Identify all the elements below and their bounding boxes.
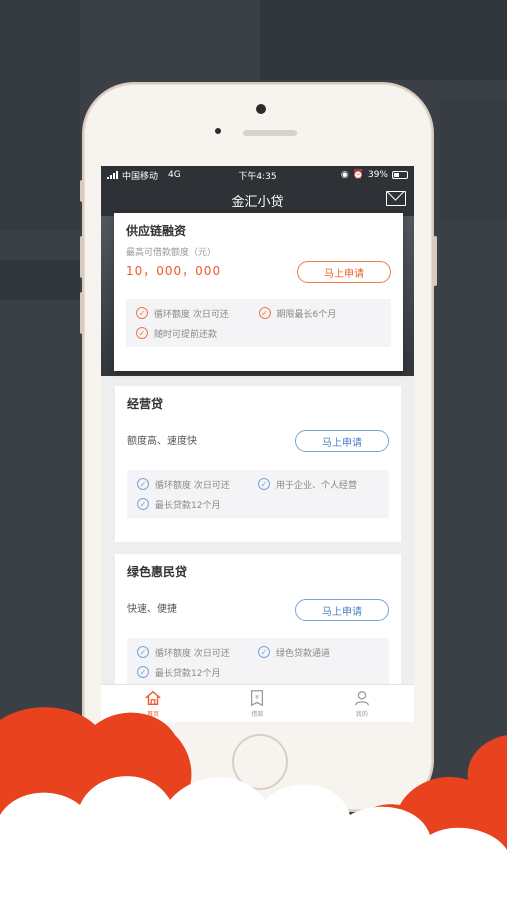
loan-card-green[interactable]: 绿色惠民贷 快速、便捷 马上申请 ✓ 循环额度 次日可还 ✓ 绿色贷款通道 ✓ 最长贷… [115, 554, 401, 694]
check-icon: ✓ [137, 666, 149, 678]
feature-item: ✓ 循环额度 次日可还 [136, 303, 259, 323]
check-icon: ✓ [137, 498, 149, 510]
feature-list: ✓ 循环额度 次日可还 ✓ 用于企业、个人经营 ✓ 最长贷款12个月 [127, 470, 389, 518]
mail-icon[interactable] [386, 191, 406, 206]
check-icon: ✓ [136, 327, 148, 339]
svg-text:¥: ¥ [255, 694, 259, 701]
feature-list: ✓ 循环额度 次日可还 ✓ 绿色贷款通道 ✓ 最长贷款12个月 [127, 638, 389, 686]
home-icon [145, 690, 161, 706]
check-icon: ✓ [137, 646, 149, 658]
feature-item: ✓ 循环额度 次日可还 [137, 642, 258, 662]
user-icon [354, 691, 369, 706]
loan-limit-label: 最高可借款额度（元） [126, 248, 217, 258]
feature-item: ✓ 期限最长6个月 [258, 303, 382, 323]
camera-lens [256, 104, 266, 114]
check-icon: ✓ [137, 478, 149, 490]
volume-down-button [80, 292, 84, 334]
tab-loan[interactable]: ¥ 借款 [205, 685, 309, 722]
tab-label: 首页 [147, 711, 160, 718]
feature-item: ✓ 循环额度 次日可还 [137, 474, 258, 494]
feature-text: 最长贷款12个月 [155, 668, 221, 679]
mute-switch [80, 180, 84, 202]
feature-item: ✓ 最长贷款12个月 [137, 494, 258, 514]
check-icon: ✓ [258, 646, 270, 658]
clock: 下午4:35 [238, 171, 277, 182]
background-tile [0, 260, 80, 300]
tab-label: 我的 [355, 711, 368, 718]
loan-card-business[interactable]: 经营贷 额度高、速度快 马上申请 ✓ 循环额度 次日可还 ✓ 用于企业、个人经营 ✓… [115, 386, 401, 542]
battery-icon [392, 171, 408, 179]
feature-text: 循环额度 次日可还 [154, 309, 229, 320]
feature-text: 循环额度 次日可还 [155, 480, 230, 491]
home-button[interactable] [232, 734, 288, 790]
proximity-sensor [215, 128, 221, 134]
tab-profile[interactable]: 我的 [310, 685, 414, 722]
apply-button[interactable]: 马上申请 [295, 599, 389, 621]
feature-text: 用于企业、个人经营 [276, 480, 358, 491]
tab-bar: 首页 ¥ 借款 我的 [101, 684, 414, 722]
feature-item: ✓ 绿色贷款通道 [258, 642, 379, 662]
feature-text: 期限最长6个月 [276, 309, 337, 320]
loan-icon: ¥ [251, 690, 264, 707]
power-button [433, 236, 437, 286]
background-tile [260, 0, 507, 80]
apply-button[interactable]: 马上申请 [297, 261, 391, 283]
feature-item: ✓ 随时可提前还款 [136, 323, 259, 343]
background-tile [440, 100, 507, 220]
feature-text: 随时可提前还款 [154, 329, 218, 340]
feature-text: 绿色贷款通道 [276, 648, 331, 659]
check-icon: ✓ [136, 307, 148, 319]
loan-title: 绿色惠民贷 [127, 565, 188, 579]
status-bar: 中国移动 4G 下午4:35 ◉ ⏰ 39% [101, 166, 414, 184]
nav-bar: 金汇小贷 [101, 184, 414, 216]
app-screen: 中国移动 4G 下午4:35 ◉ ⏰ 39% 金汇小贷 供应链融资 最高可借款额… [101, 166, 414, 722]
volume-up-button [80, 236, 84, 278]
feature-text: 循环额度 次日可还 [155, 648, 230, 659]
feature-list: ✓ 循环额度 次日可还 ✓ 期限最长6个月 ✓ 随时可提前还款 [126, 299, 391, 347]
tab-home[interactable]: 首页 [101, 685, 205, 722]
check-icon: ✓ [258, 307, 271, 319]
loan-title: 经营贷 [127, 397, 164, 411]
feature-item: ✓ 最长贷款12个月 [137, 662, 258, 682]
feature-text: 最长贷款12个月 [155, 500, 221, 511]
apply-button[interactable]: 马上申请 [295, 430, 389, 452]
loan-card-supply-chain[interactable]: 供应链融资 最高可借款额度（元） 10，000，000 马上申请 ✓ 循环额度 次… [114, 213, 403, 371]
background-tile [0, 0, 80, 230]
check-icon: ✓ [258, 478, 270, 490]
page-title: 金汇小贷 [231, 194, 284, 210]
tab-label: 借款 [251, 711, 264, 718]
feature-item: ✓ 用于企业、个人经营 [258, 474, 379, 494]
loan-title: 供应链融资 [126, 224, 187, 238]
earpiece-speaker [243, 130, 297, 136]
